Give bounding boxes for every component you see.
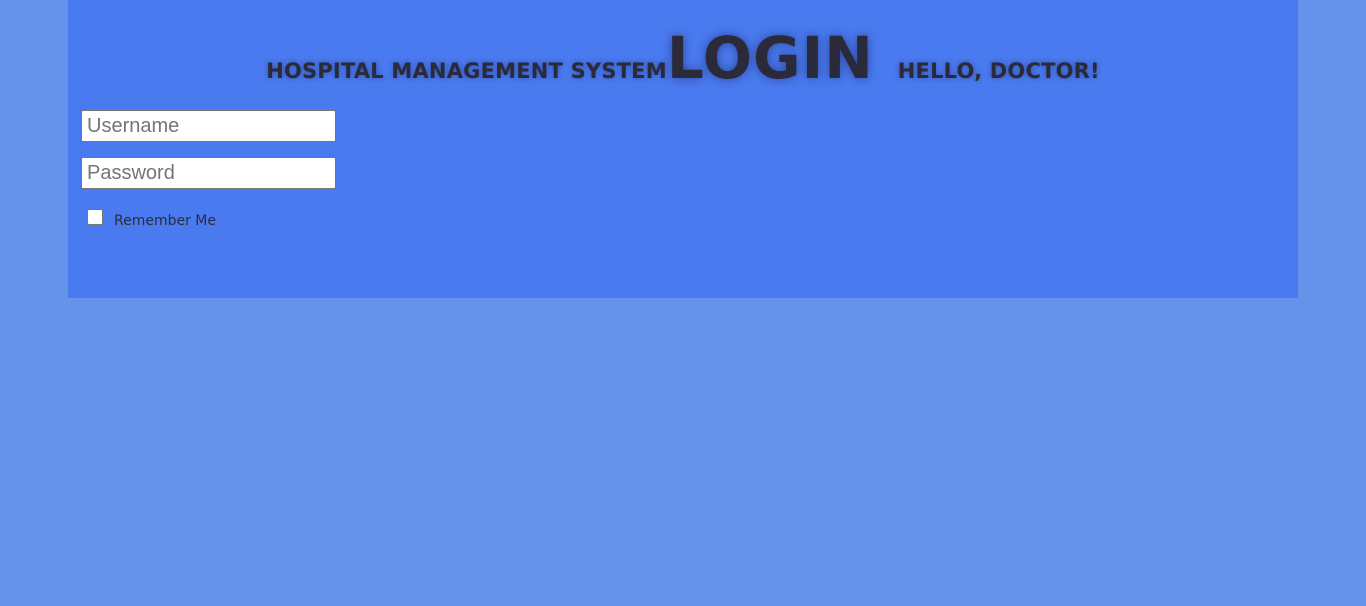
system-title: HOSPITAL MANAGEMENT SYSTEM <box>266 59 667 83</box>
remember-me-row: Remember Me <box>87 204 216 229</box>
remember-me-checkbox[interactable] <box>87 208 103 225</box>
username-input[interactable] <box>81 110 336 142</box>
greeting-text: HELLO, DOCTOR! <box>897 59 1100 83</box>
login-panel: HOSPITAL MANAGEMENT SYSTEMLOGIN HELLO, DO… <box>68 0 1298 298</box>
login-title: LOGIN <box>666 24 874 92</box>
page-heading: HOSPITAL MANAGEMENT SYSTEMLOGIN HELLO, DO… <box>68 24 1298 92</box>
password-input[interactable] <box>81 157 336 189</box>
remember-me-label[interactable]: Remember Me <box>114 213 216 229</box>
